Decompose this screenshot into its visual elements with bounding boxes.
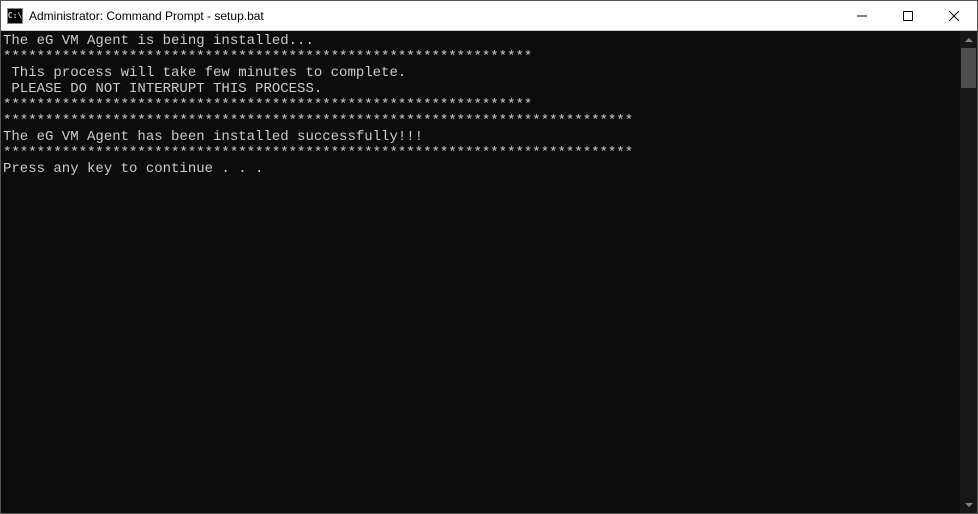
terminal-line: This process will take few minutes to co… [3,65,960,81]
terminal-area: The eG VM Agent is being installed...***… [1,31,977,513]
scroll-up-arrow[interactable] [960,31,977,48]
close-button[interactable] [931,1,977,31]
maximize-icon [903,11,913,21]
chevron-up-icon [965,38,973,42]
titlebar[interactable]: C:\ Administrator: Command Prompt - setu… [1,1,977,31]
terminal-line: The eG VM Agent has been installed succe… [3,129,960,145]
minimize-button[interactable] [839,1,885,31]
minimize-icon [857,11,867,21]
command-prompt-window: C:\ Administrator: Command Prompt - setu… [0,0,978,514]
terminal-line: PLEASE DO NOT INTERRUPT THIS PROCESS. [3,81,960,97]
window-title: Administrator: Command Prompt - setup.ba… [29,9,264,23]
terminal-line: Press any key to continue . . . [3,161,960,177]
chevron-down-icon [965,503,973,507]
terminal-line: ****************************************… [3,145,960,161]
terminal-output[interactable]: The eG VM Agent is being installed...***… [1,31,960,513]
scroll-track[interactable] [960,48,977,496]
terminal-line: ****************************************… [3,97,960,113]
maximize-button[interactable] [885,1,931,31]
scroll-thumb[interactable] [961,48,976,88]
terminal-line: The eG VM Agent is being installed... [3,33,960,49]
vertical-scrollbar[interactable] [960,31,977,513]
terminal-line: ****************************************… [3,113,960,129]
scroll-down-arrow[interactable] [960,496,977,513]
window-controls [839,1,977,30]
titlebar-left: C:\ Administrator: Command Prompt - setu… [1,8,839,24]
close-icon [949,11,959,21]
terminal-line: ****************************************… [3,49,960,65]
command-prompt-icon: C:\ [7,8,23,24]
